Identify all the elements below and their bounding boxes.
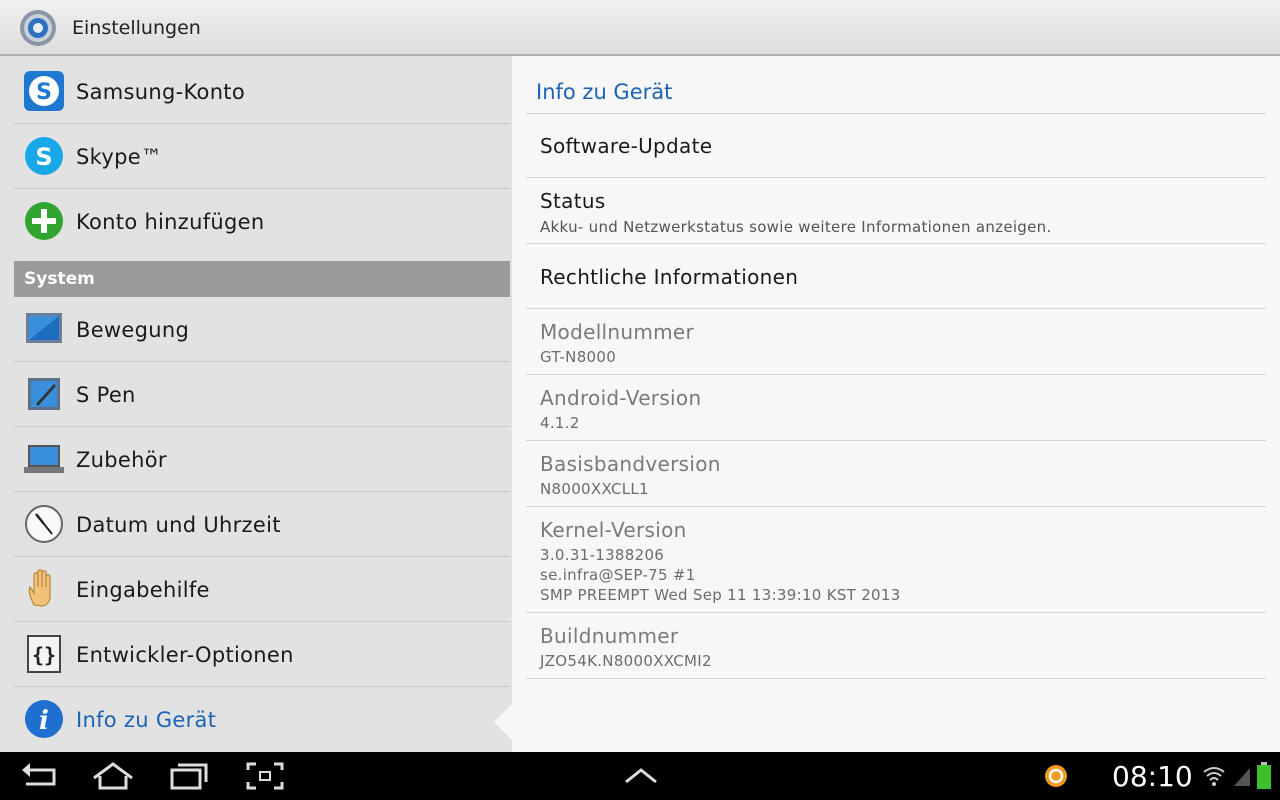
app-title: Einstellungen: [72, 17, 201, 39]
pref-value: N8000XXCLL1: [540, 480, 649, 498]
clock-icon: [25, 505, 63, 543]
sidebar-item-s-pen[interactable]: S Pen: [14, 363, 510, 427]
notification-app-icon[interactable]: [1044, 764, 1068, 788]
sidebar-item-label: Samsung-Konto: [76, 80, 245, 104]
sidebar-item-label: Info zu Gerät: [76, 708, 217, 732]
s-pen-icon: [28, 378, 60, 410]
wifi-icon: [1203, 767, 1225, 786]
pref-legal-info[interactable]: Rechtliche Informationen: [526, 244, 1266, 309]
recent-apps-button-icon[interactable]: [162, 758, 212, 794]
status-clock: 08:10: [1112, 760, 1193, 793]
hand-icon: [28, 569, 51, 607]
pref-kernel-version: Kernel-Version 3.0.31-1388206 se.infra@S…: [526, 507, 1266, 613]
pref-status[interactable]: Status Akku- und Netzwerkstatus sowie we…: [526, 178, 1266, 244]
pref-build-number[interactable]: Buildnummer JZO54K.N8000XXCMI2: [526, 613, 1266, 679]
sidebar-item-label: Bewegung: [76, 318, 190, 342]
pref-title: Status: [540, 189, 606, 213]
sidebar-item-label: Datum und Uhrzeit: [76, 513, 281, 537]
pref-value-line: 3.0.31-1388206: [540, 546, 665, 564]
screenshot-button-icon[interactable]: [240, 758, 290, 794]
pref-title: Rechtliche Informationen: [540, 265, 799, 289]
sidebar-item-date-time[interactable]: Datum und Uhrzeit: [14, 493, 510, 557]
home-button-icon[interactable]: [88, 758, 138, 794]
pref-value: 4.1.2: [540, 414, 580, 432]
pref-title: Kernel-Version: [540, 518, 687, 542]
back-button-icon[interactable]: [14, 758, 64, 794]
samsung-account-icon: S: [24, 71, 64, 111]
sidebar-item-accessory[interactable]: Zubehör: [14, 428, 510, 492]
pref-title: Modellnummer: [540, 320, 695, 344]
action-bar: Einstellungen: [0, 0, 1280, 56]
svg-text:S: S: [35, 143, 52, 171]
info-icon: i: [25, 700, 63, 738]
sidebar-item-samsung-account[interactable]: S Samsung-Konto: [14, 60, 510, 124]
sidebar-item-label: Konto hinzufügen: [76, 210, 265, 234]
chevron-up-icon[interactable]: [616, 758, 666, 794]
sidebar-item-add-account[interactable]: Konto hinzufügen: [14, 190, 510, 254]
pref-title: Android-Version: [540, 386, 702, 410]
accessory-icon: [24, 445, 64, 473]
pref-title: Buildnummer: [540, 624, 679, 648]
pref-value: JZO54K.N8000XXCMI2: [540, 652, 712, 670]
developer-braces-icon: {}: [27, 635, 61, 673]
pref-title: Software-Update: [540, 134, 713, 158]
battery-icon: [1257, 762, 1271, 789]
settings-gear-icon[interactable]: [18, 8, 58, 48]
pane-title: Info zu Gerät: [536, 80, 673, 104]
motion-icon: [26, 313, 62, 343]
signal-strength-icon: [1234, 768, 1250, 786]
sidebar-item-label: Eingabehilfe: [76, 578, 210, 602]
sidebar-item-label: S Pen: [76, 383, 136, 407]
pref-summary: Akku- und Netzwerkstatus sowie weitere I…: [540, 218, 1052, 236]
pref-android-version[interactable]: Android-Version 4.1.2: [526, 375, 1266, 441]
settings-categories-pane: S Samsung-Konto S Skype™ Konto hinzufüge…: [0, 56, 512, 752]
pref-model-number: Modellnummer GT-N8000: [526, 309, 1266, 375]
sidebar-item-developer-options[interactable]: {} Entwickler-Optionen: [14, 623, 510, 687]
pref-software-update[interactable]: Software-Update: [526, 114, 1266, 178]
device-info-pane: Info zu Gerät Software-Update Status Akk…: [512, 56, 1280, 752]
svg-text:S: S: [36, 80, 52, 105]
svg-text:{}: {}: [32, 643, 56, 667]
sidebar-item-accessibility[interactable]: Eingabehilfe: [14, 558, 510, 622]
add-account-icon: [25, 202, 63, 240]
selection-pointer: [494, 704, 512, 740]
skype-icon: S: [25, 137, 63, 175]
pref-value: GT-N8000: [540, 348, 617, 366]
sidebar-item-label: Entwickler-Optionen: [76, 643, 294, 667]
pref-title: Basisbandversion: [540, 452, 721, 476]
sidebar-item-device-info[interactable]: i Info zu Gerät: [14, 688, 510, 752]
system-navigation-bar: 08:10: [0, 752, 1280, 800]
sidebar-item-label: Skype™: [76, 145, 163, 169]
section-header-system: System: [14, 261, 510, 297]
sidebar-item-label: Zubehör: [76, 448, 167, 472]
sidebar-item-motion[interactable]: Bewegung: [14, 298, 510, 362]
pref-baseband-version: Basisbandversion N8000XXCLL1: [526, 441, 1266, 507]
pref-value-line: SMP PREEMPT Wed Sep 11 13:39:10 KST 2013: [540, 586, 901, 604]
sidebar-item-skype[interactable]: S Skype™: [14, 125, 510, 189]
pref-value-line: se.infra@SEP-75 #1: [540, 566, 696, 584]
svg-text:i: i: [39, 706, 49, 736]
